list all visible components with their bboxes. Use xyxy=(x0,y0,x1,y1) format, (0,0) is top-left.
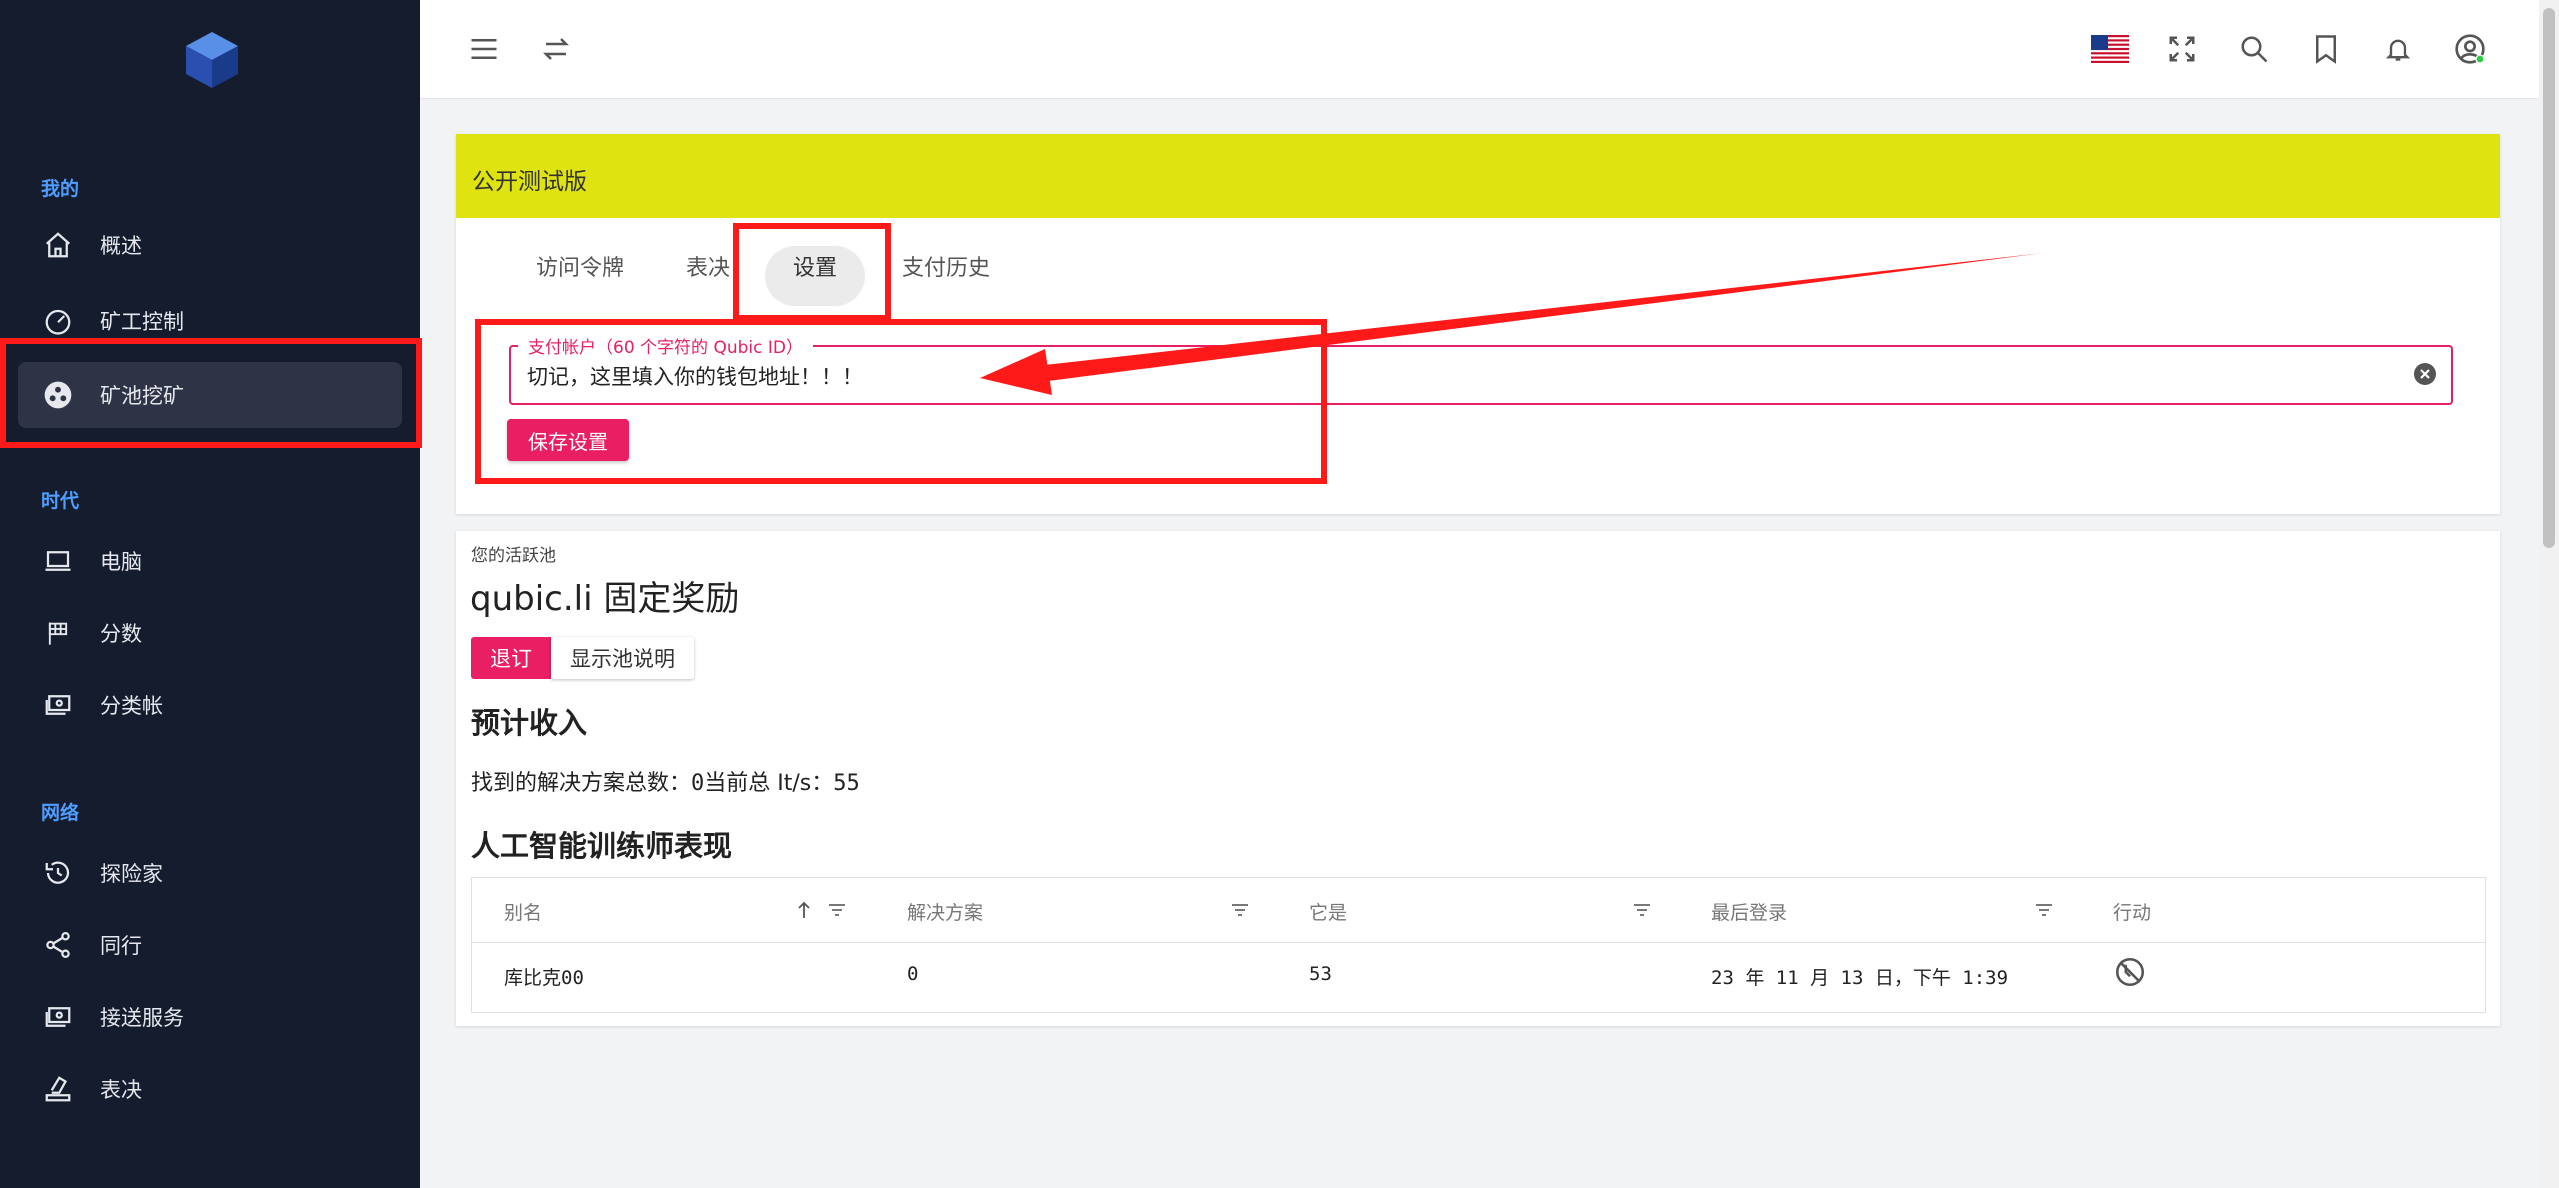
scrollbar-thumb[interactable] xyxy=(2543,8,2555,548)
column-header-its[interactable]: 它是 xyxy=(1309,898,1347,925)
payout-address-label: 支付帐户（60 个字符的 Qubic ID） xyxy=(518,333,813,358)
sidebar-item-computers[interactable]: 电脑 xyxy=(18,528,402,594)
sidebar-item-label: 矿工控制 xyxy=(100,310,184,334)
sidebar-item-label: 同行 xyxy=(100,934,142,958)
active-pool-subtitle: 您的活跃池 xyxy=(471,546,556,566)
clear-icon[interactable] xyxy=(2413,362,2437,386)
pool-title: qubic.li 固定奖励 xyxy=(470,579,740,619)
settings-card: 公开测试版 xyxy=(456,134,2500,514)
account-icon[interactable] xyxy=(2452,31,2488,67)
sort-arrow-up-icon[interactable] xyxy=(796,900,812,920)
filter-icon[interactable] xyxy=(828,902,846,918)
its-label: 当前总 It/s： xyxy=(704,771,834,796)
save-settings-button[interactable]: 保存设置 xyxy=(507,419,629,461)
income-summary: 找到的解决方案总数：0当前总 It/s：55 xyxy=(471,765,860,797)
sidebar-item-explorer[interactable]: 探险家 xyxy=(18,840,402,906)
section-title-mine: 我的 xyxy=(41,178,80,200)
swap-icon[interactable] xyxy=(538,31,574,67)
sidebar-item-label: 表决 xyxy=(100,1078,142,1102)
tab-vote[interactable]: 表决 xyxy=(686,250,730,282)
column-header-solutions[interactable]: 解决方案 xyxy=(907,898,983,925)
flag-icon xyxy=(40,615,76,651)
bell-icon[interactable] xyxy=(2380,31,2416,67)
section-title-epoch: 时代 xyxy=(41,490,80,512)
filter-icon[interactable] xyxy=(2035,902,2053,918)
sidebar-item-label: 电脑 xyxy=(100,550,142,574)
fullscreen-icon[interactable] xyxy=(2164,31,2200,67)
vote-icon xyxy=(40,1071,76,1107)
sidebar-item-label: 分类帐 xyxy=(100,694,163,718)
scrollbar[interactable] xyxy=(2539,0,2559,1188)
sidebar-item-miner-control[interactable]: 矿工控制 xyxy=(18,288,402,354)
sidebar-item-label: 分数 xyxy=(100,622,142,646)
sidebar: 我的 概述 矿工控制 矿池挖矿 时代 电脑 分数 分类帐 网络 探险家 同行 接… xyxy=(0,0,420,1188)
table-header: 别名 解决方案 它是 最后登录 行动 xyxy=(472,878,2485,943)
show-pool-description-button[interactable]: 显示池说明 xyxy=(551,637,694,679)
menu-icon[interactable] xyxy=(466,31,502,67)
filter-icon[interactable] xyxy=(1231,902,1249,918)
ledger-icon xyxy=(40,687,76,723)
column-header-alias[interactable]: 别名 xyxy=(504,898,542,925)
cell-last-login: 23 年 11 月 13 日，下午 1:39 xyxy=(1711,967,2009,989)
filter-icon[interactable] xyxy=(1633,902,1651,918)
top-app-bar xyxy=(420,0,2539,99)
estimated-income-heading: 预计收入 xyxy=(471,706,588,740)
sidebar-item-label: 矿池挖矿 xyxy=(100,384,184,408)
ai-trainer-performance-heading: 人工智能训练师表现 xyxy=(471,829,733,863)
payout-address-input[interactable] xyxy=(525,357,2389,395)
pool-icon xyxy=(40,377,76,413)
sidebar-item-overview[interactable]: 概述 xyxy=(18,212,402,278)
sidebar-item-label: 接送服务 xyxy=(100,1006,184,1030)
solutions-value: 0 xyxy=(691,771,705,796)
tab-payment-history[interactable]: 支付历史 xyxy=(902,250,990,282)
beta-banner: 公开测试版 xyxy=(456,134,2500,218)
home-icon xyxy=(40,227,76,263)
its-value: 55 xyxy=(833,771,860,796)
cell-alias: 库比克00 xyxy=(504,967,584,989)
bookmark-icon[interactable] xyxy=(2308,31,2344,67)
tab-settings[interactable]: 设置 xyxy=(793,250,837,282)
history-icon xyxy=(40,855,76,891)
tab-access-tokens[interactable]: 访问令牌 xyxy=(536,250,624,282)
sidebar-item-peers[interactable]: 同行 xyxy=(18,912,402,978)
sidebar-item-scores[interactable]: 分数 xyxy=(18,600,402,666)
column-header-last-login[interactable]: 最后登录 xyxy=(1711,898,1787,925)
speedometer-icon xyxy=(40,303,76,339)
us-flag-icon[interactable] xyxy=(2090,31,2130,67)
sidebar-item-pool-mining[interactable]: 矿池挖矿 xyxy=(18,362,402,428)
qubic-logo-icon[interactable] xyxy=(180,28,244,92)
cell-solutions: 0 xyxy=(907,963,919,985)
column-header-action: 行动 xyxy=(2113,902,2152,924)
section-title-network: 网络 xyxy=(41,802,80,824)
sidebar-item-label: 探险家 xyxy=(100,862,163,886)
laptop-icon xyxy=(40,543,76,579)
share-icon xyxy=(40,927,76,963)
solutions-label: 找到的解决方案总数： xyxy=(471,771,692,796)
cell-its: 53 xyxy=(1309,963,1332,985)
sidebar-item-ledger[interactable]: 分类帐 xyxy=(18,672,402,738)
search-icon[interactable] xyxy=(2236,31,2272,67)
banner-text: 公开测试版 xyxy=(472,169,587,195)
disable-icon[interactable] xyxy=(2113,955,2147,989)
sidebar-item-label: 概述 xyxy=(100,234,142,258)
sidebar-item-transfer-service[interactable]: 接送服务 xyxy=(18,984,402,1050)
sidebar-item-vote[interactable]: 表决 xyxy=(18,1056,402,1122)
money-icon xyxy=(40,999,76,1035)
unsubscribe-button[interactable]: 退订 xyxy=(471,637,551,679)
miners-table: 别名 解决方案 它是 最后登录 行动 库比克00 0 53 23 年 11 月 … xyxy=(471,877,2486,1013)
